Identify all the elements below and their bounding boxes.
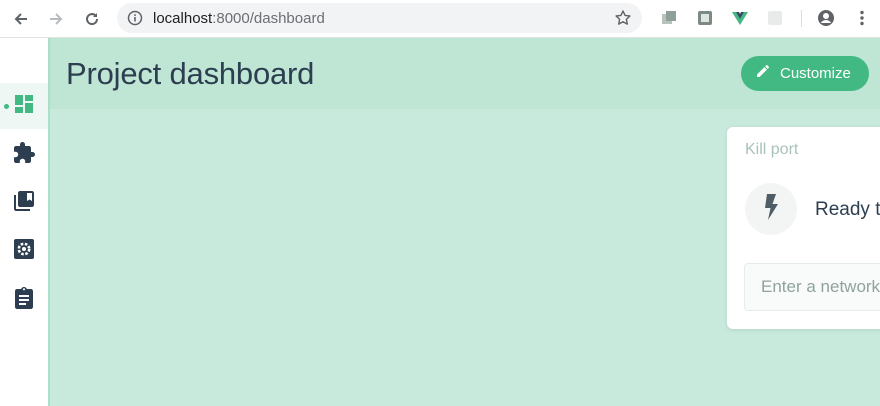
extension-icon-2[interactable]: [696, 9, 714, 27]
pencil-icon: [755, 63, 771, 84]
dependencies-icon: [12, 189, 36, 218]
sidebar-item-tasks[interactable]: [0, 277, 48, 323]
widget-status: Ready to kill: [815, 199, 880, 220]
dashboard-content: Project dashboard Customize Kill port Re…: [50, 38, 880, 406]
tasks-icon: [13, 286, 35, 315]
sidebar: [0, 38, 48, 406]
dashboard-icon: [13, 93, 35, 120]
url-text: localhost:8000/dashboard: [153, 10, 325, 27]
status-icon-circle: [745, 183, 797, 235]
more-icon[interactable]: [853, 9, 871, 27]
lightning-bolt-icon: [761, 193, 781, 226]
sidebar-item-dependencies[interactable]: [0, 180, 48, 226]
address-bar[interactable]: localhost:8000/dashboard: [117, 3, 642, 33]
url-host: localhost: [153, 10, 213, 27]
configuration-icon: [13, 238, 35, 265]
profile-icon[interactable]: [817, 9, 835, 27]
customize-button[interactable]: Customize: [741, 56, 869, 91]
extension-icon-3[interactable]: [766, 9, 784, 27]
reload-icon[interactable]: [80, 7, 104, 31]
kill-port-widget: Kill port Ready to kill: [727, 127, 880, 329]
sidebar-item-configuration[interactable]: [0, 228, 48, 274]
page-title: Project dashboard: [66, 56, 315, 91]
extension-icon-1[interactable]: [660, 9, 678, 27]
back-icon[interactable]: [9, 7, 33, 31]
port-input[interactable]: [744, 263, 880, 311]
toolbar-divider: [801, 10, 802, 27]
browser-toolbar: localhost:8000/dashboard: [0, 0, 880, 38]
active-indicator: [4, 104, 9, 109]
sidebar-item-dashboard[interactable]: [0, 83, 48, 129]
vue-devtools-icon[interactable]: [731, 9, 749, 27]
widget-title: Kill port: [745, 141, 799, 158]
bookmark-star-icon[interactable]: [614, 9, 632, 32]
page-header: Project dashboard Customize: [50, 38, 880, 109]
url-path: :8000/dashboard: [212, 10, 325, 27]
customize-label: Customize: [780, 65, 851, 82]
plugins-icon: [12, 141, 36, 170]
info-icon[interactable]: [127, 10, 143, 31]
sidebar-item-plugins[interactable]: [0, 132, 48, 178]
forward-icon[interactable]: [44, 7, 68, 31]
